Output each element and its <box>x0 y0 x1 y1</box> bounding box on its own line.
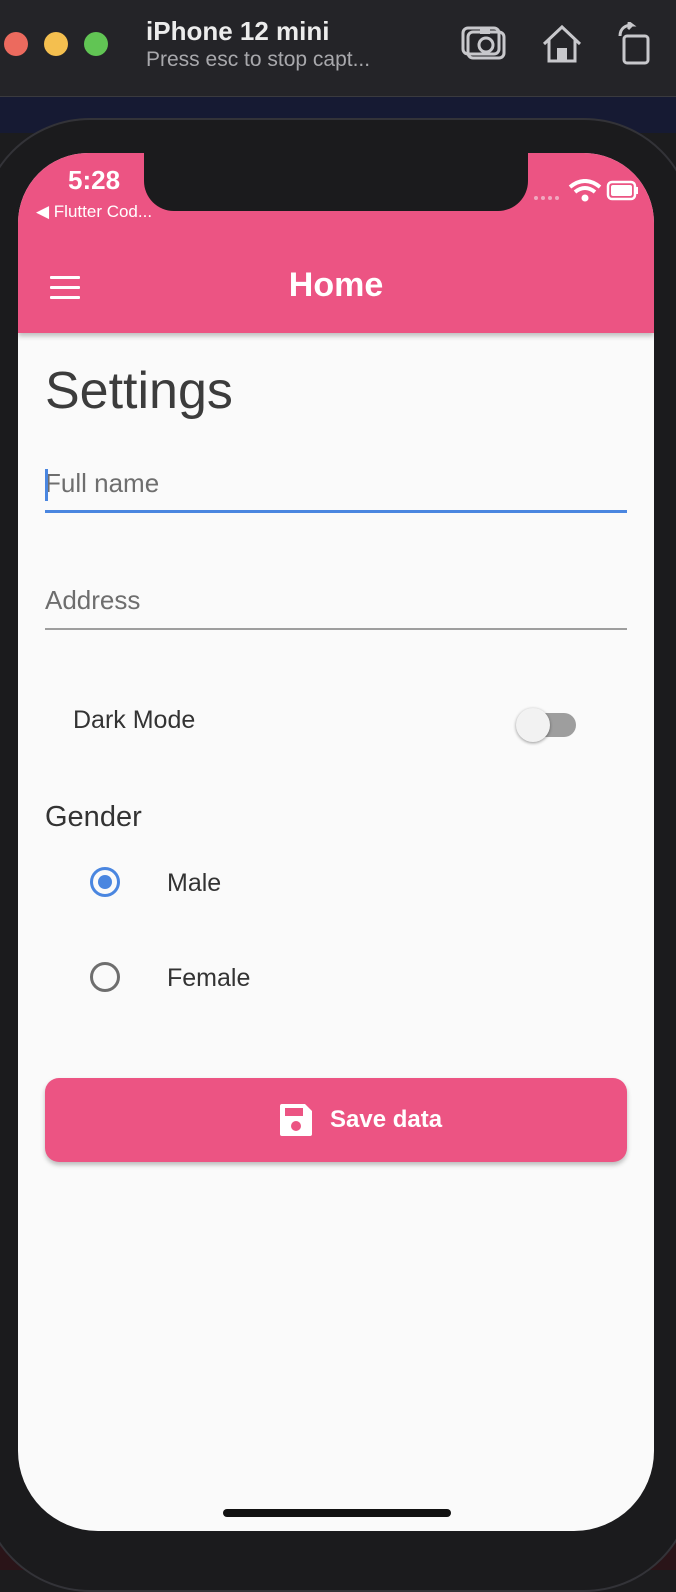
dark-mode-label: Dark Mode <box>73 706 196 734</box>
status-time: 5:28 <box>68 165 121 195</box>
status-icons <box>508 179 638 205</box>
address-underline <box>45 628 627 630</box>
simulator-titlebar: iPhone 12 mini Press esc to stop capt... <box>0 0 676 97</box>
gender-option-male[interactable]: Male <box>88 855 588 915</box>
page-title: Settings <box>45 362 233 420</box>
phone-screen: 5:28 ◀ Flutter Cod... Home Settings Full… <box>18 153 654 1531</box>
app-bar-title: Home <box>288 266 384 304</box>
app-bar: 5:28 ◀ Flutter Cod... Home <box>18 153 654 333</box>
female-label: Female <box>167 964 251 992</box>
home-indicator[interactable] <box>223 1509 451 1517</box>
save-icon <box>280 1104 312 1136</box>
battery-icon <box>606 180 638 201</box>
save-data-label: Save data <box>330 1106 443 1133</box>
zoom-window-button[interactable] <box>84 32 108 56</box>
back-to-app-link[interactable]: ◀ Flutter Cod... <box>36 202 152 222</box>
male-radio[interactable] <box>90 867 120 897</box>
notch <box>144 153 528 211</box>
male-label: Male <box>167 869 222 897</box>
address-input[interactable] <box>45 570 627 630</box>
close-window-button[interactable] <box>4 32 28 56</box>
save-data-button[interactable]: Save data <box>45 1078 627 1162</box>
home-icon[interactable] <box>538 22 586 66</box>
address-field[interactable] <box>45 570 627 630</box>
gender-label: Gender <box>45 801 142 833</box>
full-name-input[interactable] <box>45 453 627 513</box>
minimize-window-button[interactable] <box>44 32 68 56</box>
device-name: iPhone 12 mini <box>146 16 330 46</box>
device-subtitle: Press esc to stop capt... <box>146 48 371 71</box>
dark-mode-toggle[interactable] <box>516 705 580 742</box>
text-cursor <box>45 469 48 501</box>
female-radio[interactable] <box>90 962 120 992</box>
rotate-icon[interactable] <box>612 20 660 66</box>
screenshot-icon[interactable] <box>460 22 508 66</box>
gender-option-female[interactable]: Female <box>88 950 588 1010</box>
toggle-thumb <box>516 708 550 742</box>
wifi-icon <box>568 179 602 202</box>
full-name-field[interactable] <box>45 453 627 513</box>
full-name-underline <box>45 510 627 513</box>
